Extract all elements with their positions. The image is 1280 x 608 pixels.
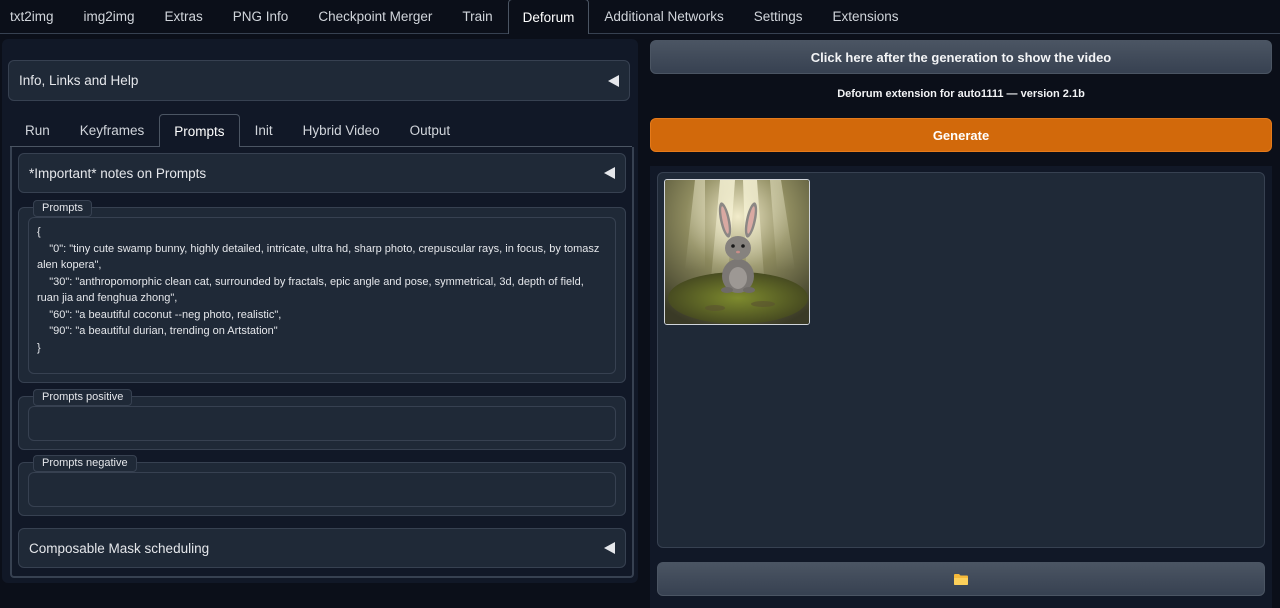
prompt-notes-accordion[interactable]: *Important* notes on Prompts [18,153,626,193]
prompts-positive-input[interactable] [28,406,616,441]
tab-checkpoint-merger[interactable]: Checkpoint Merger [303,0,447,33]
deforum-sub-tab-bar: Run Keyframes Prompts Init Hybrid Video … [10,114,632,147]
collapse-arrow-icon[interactable] [604,167,615,179]
tab-keyframes[interactable]: Keyframes [65,114,160,146]
prompts-textarea[interactable]: { "0": "tiny cute swamp bunny, highly de… [28,217,616,374]
tab-init[interactable]: Init [240,114,288,146]
generated-image-thumbnail[interactable] [664,179,810,325]
prompts-negative-value [29,473,615,485]
collapse-arrow-icon[interactable] [604,542,615,554]
prompts-field-block: Prompts { "0": "tiny cute swamp bunny, h… [18,200,626,383]
output-gallery [650,166,1272,608]
generate-button[interactable]: Generate [650,118,1272,152]
folder-icon [954,574,968,585]
prompts-positive-value [29,407,615,419]
main-tab-bar: txt2img img2img Extras PNG Info Checkpoi… [0,0,1280,34]
collapse-arrow-icon[interactable] [608,74,619,87]
prompts-label: Prompts [33,200,92,217]
prompts-tab-content: *Important* notes on Prompts Prompts { "… [10,147,634,578]
composable-mask-label: Composable Mask scheduling [29,540,210,556]
prompts-value: { "0": "tiny cute swamp bunny, highly de… [37,226,600,354]
tab-hybrid-video[interactable]: Hybrid Video [288,114,395,146]
tab-settings[interactable]: Settings [739,0,818,33]
tab-txt2img[interactable]: txt2img [0,0,69,33]
deforum-settings-panel: Info, Links and Help Run Keyframes Promp… [2,39,638,583]
prompts-negative-block: Prompts negative [18,455,626,516]
tab-png-info[interactable]: PNG Info [218,0,304,33]
tab-additional-networks[interactable]: Additional Networks [589,0,738,33]
prompts-positive-label: Prompts positive [33,389,133,406]
tab-prompts[interactable]: Prompts [159,114,240,147]
tab-run[interactable]: Run [10,114,65,146]
prompt-notes-label: *Important* notes on Prompts [29,165,207,181]
open-folder-button[interactable] [657,562,1265,596]
tab-output[interactable]: Output [395,114,466,146]
tab-extensions[interactable]: Extensions [818,0,914,33]
prompts-negative-input[interactable] [28,472,616,507]
composable-mask-accordion[interactable]: Composable Mask scheduling [18,528,626,568]
show-video-button[interactable]: Click here after the generation to show … [650,40,1272,74]
info-accordion[interactable]: Info, Links and Help [8,60,630,101]
prompts-positive-block: Prompts positive [18,389,626,450]
tab-extras[interactable]: Extras [150,0,218,33]
prompts-negative-label: Prompts negative [33,455,137,472]
bunny-image [665,180,809,324]
tab-train[interactable]: Train [447,0,507,33]
tab-img2img[interactable]: img2img [69,0,150,33]
tab-deforum[interactable]: Deforum [507,0,590,34]
gallery-image-area [657,172,1265,548]
version-text: Deforum extension for auto1111 — version… [837,88,1085,100]
info-accordion-label: Info, Links and Help [19,73,139,88]
